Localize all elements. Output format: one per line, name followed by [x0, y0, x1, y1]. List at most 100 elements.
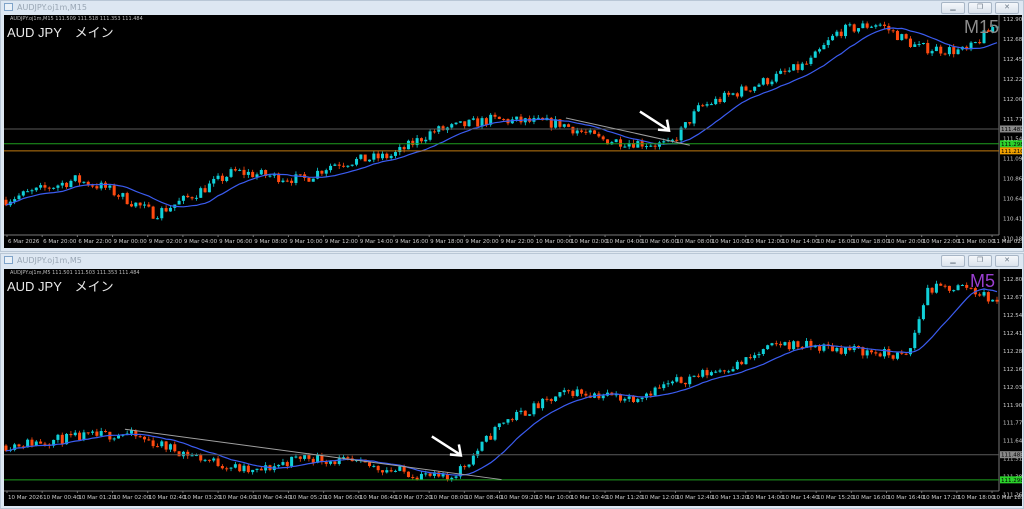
candle-bull: [480, 441, 484, 451]
candle-bear: [839, 31, 843, 37]
candle-bull: [757, 354, 761, 356]
candle-bear: [718, 98, 722, 103]
candle-bear: [259, 468, 263, 471]
candle-bull: [337, 458, 341, 464]
time-axis-label: 10 Mar 16:00: [817, 239, 854, 245]
time-axis-label: 10 Mar 04:00: [606, 239, 643, 245]
candle-bull: [398, 466, 402, 471]
candle-bear: [657, 387, 661, 389]
candle-bull: [108, 185, 112, 188]
candle-bull: [895, 352, 899, 359]
candle-bear: [593, 130, 597, 134]
price-chart[interactable]: 112.905 112.680 112.455 112.225 112.000 111.7…: [4, 15, 1022, 248]
candle-bull: [181, 195, 185, 201]
time-axis-label: 10 Mar 11:20: [606, 495, 643, 501]
close-button[interactable]: ✕: [995, 255, 1019, 267]
candle-bull: [264, 465, 268, 471]
time-axis-label: 10 Mar 04:40: [254, 495, 291, 501]
window-titlebar[interactable]: AUDJPY.oj1m,M15 ▁ ❐ ✕: [1, 1, 1023, 14]
candle-bear: [246, 465, 250, 473]
candle-bull: [908, 348, 912, 355]
candle-bear: [117, 195, 121, 197]
candle-bull: [467, 464, 471, 467]
candle-bear: [173, 444, 177, 452]
candle-bull: [740, 86, 744, 97]
candle-bull: [900, 34, 904, 41]
candle-bull: [268, 175, 272, 177]
time-axis-label: 10 Mar 02:40: [149, 495, 186, 501]
price-axis-label: 112.545: [1003, 313, 1022, 319]
candle-bear: [60, 434, 64, 445]
candle-bull: [727, 371, 731, 373]
candle-bull: [757, 84, 761, 87]
candle-bull: [865, 350, 869, 356]
candle-bull: [709, 104, 713, 106]
window-titlebar[interactable]: AUDJPY.oj1m,M5 ▁ ❐ ✕: [1, 254, 1023, 268]
candle-bear: [679, 377, 683, 383]
candle-bear: [722, 370, 726, 372]
candle-bull: [722, 92, 726, 103]
time-axis-label: 10 Mar 12:40: [676, 495, 713, 501]
candle-bull: [878, 24, 882, 26]
minimize-button[interactable]: ▁: [941, 255, 965, 267]
candle-bear: [307, 177, 311, 182]
candle-bull: [558, 392, 562, 397]
candle-bull: [212, 458, 216, 461]
time-axis-label: 9 Mar 10:00: [289, 239, 323, 245]
time-axis-label: 10 Mar 14:00: [782, 239, 819, 245]
time-axis-label: 10 Mar 2026: [8, 495, 43, 501]
candle-bull: [251, 469, 255, 473]
price-chart[interactable]: 112.805 112.675 112.545 112.415 112.285 112.1…: [4, 269, 1022, 506]
candle-bear: [95, 186, 99, 189]
candle-bull: [575, 389, 579, 396]
candle-bull: [709, 372, 713, 376]
chart-window-m15[interactable]: AUDJPY.oj1m,M15 ▁ ❐ ✕ 112.905112.680112.…: [0, 0, 1024, 252]
candle-bear: [151, 206, 155, 219]
candle-bear: [545, 398, 549, 400]
chart-window-m5[interactable]: AUDJPY.oj1m,M5 ▁ ❐ ✕ 112.805 112.675 112.5…: [0, 253, 1024, 509]
candle-bull: [329, 461, 333, 464]
candle-bear: [91, 185, 95, 187]
trendline: [565, 117, 690, 146]
candle-bear: [571, 391, 575, 396]
candle-bear: [47, 187, 51, 189]
candle-bull: [181, 451, 185, 457]
restore-button[interactable]: ❐: [968, 2, 992, 14]
candle-bear: [104, 182, 108, 188]
candle-bull: [160, 441, 164, 447]
candle-bull: [973, 42, 977, 44]
price-axis-label: 112.905: [1003, 17, 1022, 23]
candle-bull: [34, 187, 38, 191]
candle-bull: [324, 170, 328, 174]
candle-bear: [463, 466, 467, 468]
close-button[interactable]: ✕: [995, 2, 1019, 14]
candle-bull: [484, 435, 488, 442]
candle-bear: [882, 24, 886, 26]
restore-button[interactable]: ❐: [968, 255, 992, 267]
price-level-tag-label: 111.483: [1001, 127, 1022, 133]
candle-bear: [242, 169, 246, 175]
candle-bull: [917, 319, 921, 333]
candle-bull: [787, 70, 791, 72]
candle-bull: [692, 375, 696, 377]
arrow-annotation: [431, 435, 461, 456]
candle-bull: [705, 104, 709, 106]
time-axis-label: 9 Mar 16:00: [395, 239, 429, 245]
candle-bull: [424, 139, 428, 142]
candle-bear: [735, 93, 739, 97]
candle-bull: [761, 349, 765, 355]
time-axis-label: 10 Mar 20:00: [888, 239, 925, 245]
time-axis-label: 10 Mar 12:00: [641, 495, 678, 501]
candle-bull: [406, 140, 410, 150]
candle-bear: [225, 468, 229, 470]
price-axis-label: 112.160: [1003, 367, 1022, 373]
chart-window-icon: [4, 256, 13, 264]
minimize-button[interactable]: ▁: [941, 2, 965, 14]
symbol-label: AUD JPY メイン: [7, 279, 114, 294]
candle-bear: [857, 346, 861, 348]
candle-bear: [805, 63, 809, 65]
candle-bear: [601, 136, 605, 140]
candle-bear: [536, 403, 540, 409]
price-axis-label: 112.225: [1003, 77, 1022, 83]
candle-bull: [242, 465, 246, 472]
